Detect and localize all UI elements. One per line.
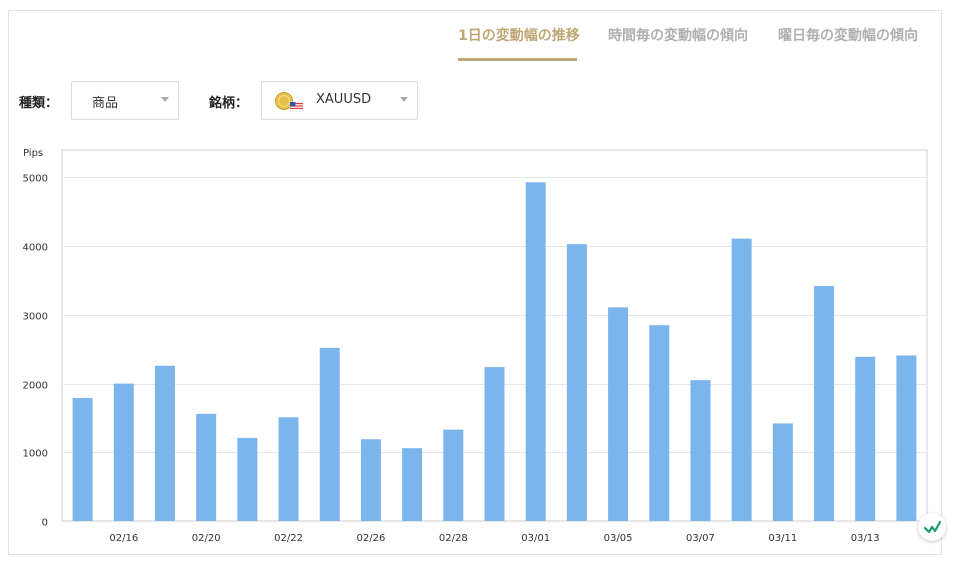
- bar-02-15: [72, 398, 93, 521]
- bar-03-11: [772, 423, 793, 521]
- x-tick-label: 02/22: [274, 533, 303, 544]
- bar-03-05: [608, 307, 629, 521]
- bar-03-04: [566, 244, 587, 521]
- bar-02-28: [443, 429, 464, 521]
- y-axis-label: Pips: [23, 148, 43, 159]
- bar-02-23: [319, 347, 340, 521]
- bar-02-26: [360, 439, 381, 521]
- x-tick-label: 02/16: [109, 533, 138, 544]
- y-tick-label: 2000: [23, 381, 48, 392]
- bar-02-16: [113, 383, 134, 521]
- y-tick-label: 4000: [23, 243, 48, 254]
- bar-02-27: [402, 448, 423, 521]
- y-tick-label: 5000: [23, 174, 48, 185]
- x-tick-label: 03/11: [768, 533, 797, 544]
- bar-03-06: [649, 325, 670, 521]
- bar-03-12: [814, 286, 835, 521]
- bar-03-08: [731, 238, 752, 521]
- daily-range-chart: 0 1000 2000 3000 4000 5000 Pips 02/16 02/20 02/22…: [0, 0, 958, 564]
- bar-chart-svg: 0 1000 2000 3000 4000 5000 Pips 02/16 02/20 02/22…: [23, 148, 928, 544]
- y-tick-label: 3000: [23, 312, 48, 323]
- bar-03-01: [525, 182, 546, 521]
- bar-02-21: [237, 437, 258, 521]
- check-logo-icon: [923, 520, 942, 534]
- bar-02-19: [154, 365, 175, 521]
- x-tick-label: 02/28: [439, 533, 468, 544]
- x-tick-label: 03/01: [521, 533, 550, 544]
- bar-02-20: [196, 413, 217, 521]
- x-tick-label: 02/26: [357, 533, 386, 544]
- bar-02-22: [278, 417, 299, 521]
- y-tick-label: 0: [42, 518, 48, 529]
- x-tick-label: 03/05: [604, 533, 633, 544]
- bar-02-29: [484, 367, 505, 521]
- x-tick-label: 03/07: [686, 533, 715, 544]
- bar-03-14: [896, 355, 917, 521]
- y-tick-label: 1000: [23, 449, 48, 460]
- x-tick-label: 03/13: [851, 533, 880, 544]
- bar-03-07: [690, 380, 711, 521]
- bar-03-13: [855, 356, 876, 521]
- brand-logo-badge[interactable]: [918, 513, 946, 541]
- x-tick-label: 02/20: [192, 533, 221, 544]
